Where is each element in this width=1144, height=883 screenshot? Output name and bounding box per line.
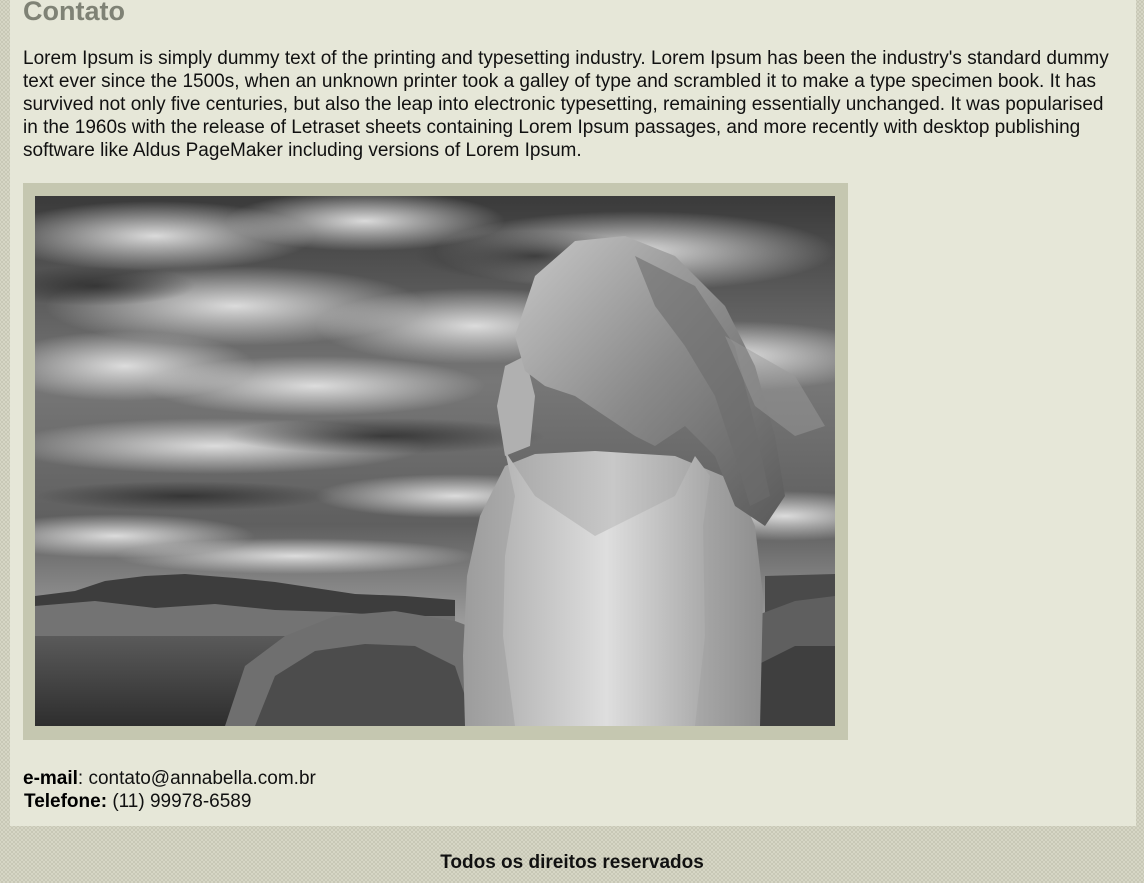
phone-row: Telefone: (11) 99978-6589 bbox=[23, 790, 316, 813]
woman-by-sea-photo bbox=[35, 196, 835, 726]
footer-copyright: Todos os direitos reservados bbox=[440, 852, 704, 873]
contact-info: e-mail: contato@annabella.com.br Telefon… bbox=[23, 767, 316, 813]
phone-value: (11) 99978-6589 bbox=[112, 791, 252, 812]
phone-label: Telefone: bbox=[24, 791, 108, 812]
email-label: e-mail bbox=[23, 768, 78, 789]
page-title: Contato bbox=[23, 0, 125, 26]
photo-frame bbox=[23, 183, 848, 740]
email-value: contato@annabella.com.br bbox=[88, 768, 316, 789]
email-row: e-mail: contato@annabella.com.br bbox=[23, 768, 316, 789]
content-panel: Contato Lorem Ipsum is simply dummy text… bbox=[10, 0, 1136, 826]
intro-paragraph: Lorem Ipsum is simply dummy text of the … bbox=[23, 48, 1109, 161]
